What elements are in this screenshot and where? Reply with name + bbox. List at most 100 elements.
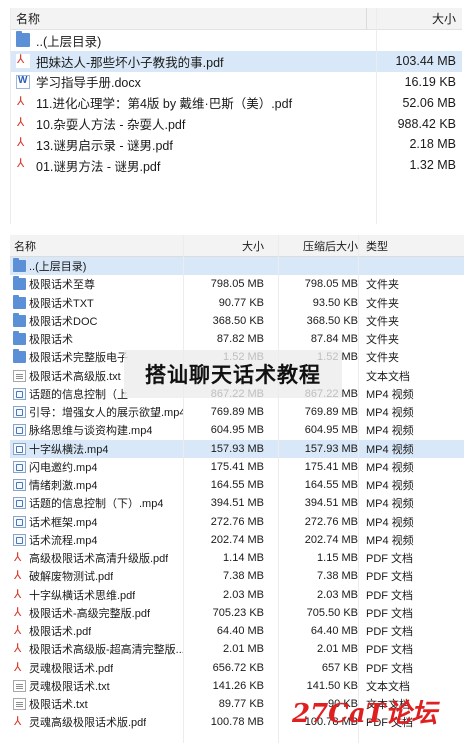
folder-icon: [16, 31, 30, 48]
file-name: 极限话术DOC: [29, 315, 98, 328]
pdf-file-icon: [13, 714, 26, 729]
file-row[interactable]: 11.进化心理学：第4版 by 戴维·巴斯（美）.pdf 52.06 MB: [10, 92, 462, 113]
folder-icon: [13, 258, 26, 273]
file-row[interactable]: 十字纵横话术思维.pdf 2.03 MB 2.03 MB PDF 文档: [10, 586, 464, 604]
file-size: 90.77 KB: [218, 296, 264, 309]
file-name: 01.谜男方法 - 谜男.pdf: [36, 159, 161, 174]
file-type: PDF 文档: [366, 607, 414, 620]
compressed-size: 7.38 MB: [317, 570, 358, 583]
video-file-icon: [13, 497, 26, 510]
file-row[interactable]: 十字纵横法.mp4 157.93 MB 157.93 MB MP4 视频: [10, 439, 464, 458]
file-type: 文件夹: [366, 279, 399, 292]
compressed-size: 394.51 MB: [304, 497, 358, 510]
file-row[interactable]: 引导：增强女人的展示欲望.mp4 769.89 MB 769.89 MB MP4 视频: [10, 403, 464, 421]
column-header-compressed-size[interactable]: 压缩后大小: [278, 238, 358, 254]
file-name: 极限话术: [29, 334, 73, 347]
file-row[interactable]: 13.谜男启示录 - 谜男.pdf 2.18 MB: [10, 134, 462, 155]
file-size: 103.44 MB: [395, 54, 456, 69]
file-size: 1.14 MB: [223, 552, 264, 565]
compressed-size: 164.55 MB: [304, 479, 358, 492]
file-row[interactable]: 极限话术DOC 368.50 KB 368.50 KB 文件夹: [10, 312, 464, 330]
file-name: 极限话术完整版电子: [29, 352, 128, 365]
compressed-size: 141.50 KB: [306, 679, 358, 692]
file-type: MP4 视频: [366, 534, 414, 547]
column-divider: [278, 235, 279, 743]
file-name: 灵魂极限话术.txt: [29, 680, 110, 693]
file-row[interactable]: 话术流程.mp4 202.74 MB 202.74 MB MP4 视频: [10, 531, 464, 549]
file-row[interactable]: 极限话术-高级完整版.pdf 705.23 KB 705.50 KB PDF 文档: [10, 604, 464, 622]
file-name: 极限话术高级版-超高清完整版....: [29, 644, 184, 657]
pdf-file-icon: [13, 623, 26, 638]
file-name-cell: 极限话术.pdf: [10, 623, 184, 639]
file-row[interactable]: 破解废物测试.pdf 7.38 MB 7.38 MB PDF 文档: [10, 567, 464, 585]
file-name-cell: 十字纵横法.mp4: [10, 441, 184, 457]
file-name-cell: 话术框架.mp4: [10, 514, 184, 530]
file-name-cell: 情绪刺激.mp4: [10, 477, 184, 493]
file-row[interactable]: ..(上层目录): [10, 30, 462, 51]
folder-icon: [13, 276, 26, 291]
file-type: MP4 视频: [366, 407, 414, 420]
file-size: 202.74 MB: [210, 533, 264, 546]
file-name-cell: 极限话术DOC: [10, 312, 184, 329]
file-row[interactable]: 学习指导手册.docx 16.19 KB: [10, 72, 462, 93]
column-header-size[interactable]: 大小: [367, 10, 462, 27]
file-name: 极限话术.pdf: [29, 626, 92, 639]
file-size: 1.32 MB: [409, 158, 456, 173]
file-row[interactable]: 话题的信息控制（下）.mp4 394.51 MB 394.51 MB MP4 视频: [10, 494, 464, 512]
file-row[interactable]: 把妹达人-那些坏小子教我的事.pdf 103.44 MB: [10, 50, 462, 72]
video-file-icon: [13, 424, 26, 437]
compressed-size: 798.05 MB: [304, 278, 358, 291]
column-header-size[interactable]: 大小: [184, 238, 266, 254]
file-row[interactable]: 极限话术高级版-超高清完整版.... 2.01 MB 2.01 MB PDF 文档: [10, 640, 464, 658]
file-type: MP4 视频: [366, 425, 414, 438]
file-name: 灵魂高级极限话术版.pdf: [29, 717, 147, 730]
video-file-icon: [13, 406, 26, 419]
pdf-file-icon: [16, 94, 30, 110]
file-row[interactable]: 高级极限话术高清升级版.pdf 1.14 MB 1.15 MB PDF 文档: [10, 549, 464, 567]
file-row[interactable]: 情绪刺激.mp4 164.55 MB 164.55 MB MP4 视频: [10, 476, 464, 494]
file-row[interactable]: 极限话术.pdf 64.40 MB 64.40 MB PDF 文档: [10, 622, 464, 640]
file-type: MP4 视频: [366, 480, 414, 493]
file-type: MP4 视频: [366, 443, 414, 456]
file-name: 11.进化心理学：第4版 by 戴维·巴斯（美）.pdf: [36, 97, 293, 112]
archive-file-list-top: 名称 大小 ..(上层目录) 把妹达人-那些坏小子教我的事.pdf 103.44 M…: [10, 7, 462, 224]
file-name: 极限话术.txt: [29, 699, 88, 712]
file-row[interactable]: 01.谜男方法 - 谜男.pdf 1.32 MB: [10, 155, 462, 176]
file-type: 文件夹: [366, 315, 399, 328]
file-row[interactable]: ..(上层目录): [10, 257, 464, 276]
file-name-cell: 极限话术: [10, 331, 184, 347]
compressed-size: 93.50 KB: [312, 296, 358, 309]
file-type: 文件夹: [366, 334, 399, 347]
file-type: 文本文档: [366, 370, 410, 383]
pdf-file-icon: [13, 660, 26, 674]
file-size: 89.77 KB: [218, 698, 264, 711]
compressed-size: 272.76 MB: [304, 515, 358, 528]
file-row[interactable]: 脉络思维与谈资构建.mp4 604.95 MB 604.95 MB MP4 视频: [10, 421, 464, 439]
file-row[interactable]: 灵魂极限话术.pdf 656.72 KB 657 KB PDF 文档: [10, 659, 464, 677]
file-row[interactable]: 极限话术TXT 90.77 KB 93.50 KB 文件夹: [10, 294, 464, 312]
file-size: 87.82 MB: [216, 333, 264, 346]
file-row[interactable]: 话术框架.mp4 272.76 MB 272.76 MB MP4 视频: [10, 513, 464, 531]
column-divider: [358, 235, 359, 743]
file-name: 情绪刺激.mp4: [29, 480, 98, 493]
file-row[interactable]: 极限话术 87.82 MB 87.84 MB 文件夹: [10, 330, 464, 348]
folder-icon: [13, 312, 26, 327]
file-name: 话题的信息控制（下）.mp4: [29, 498, 164, 511]
file-row[interactable]: 极限话术至尊 798.05 MB 798.05 MB 文件夹: [10, 275, 464, 293]
compressed-size: 202.74 MB: [304, 533, 358, 546]
compressed-size: 2.03 MB: [317, 588, 358, 601]
column-header-name[interactable]: 名称: [10, 238, 184, 254]
video-file-icon: [13, 515, 26, 528]
file-rows: ..(上层目录) 极限话术至尊 798.05 MB 798.05 MB 文件夹 极限话术T…: [10, 257, 464, 732]
file-name-cell: 极限话术至尊: [10, 276, 184, 292]
file-row[interactable]: 闪电邀约.mp4 175.41 MB 175.41 MB MP4 视频: [10, 458, 464, 476]
file-name-cell: 极限话术.txt: [10, 696, 184, 712]
file-name: 十字纵横话术思维.pdf: [29, 589, 136, 602]
column-header-name[interactable]: 名称: [10, 10, 366, 27]
file-name-cell: 高级极限话术高清升级版.pdf: [10, 550, 184, 566]
file-row[interactable]: 10.杂耍人方法 - 杂耍人.pdf 988.42 KB: [10, 113, 462, 134]
compressed-size: 175.41 MB: [304, 460, 358, 473]
column-header-type[interactable]: 类型: [358, 238, 464, 254]
file-name: 学习指导手册.docx: [36, 76, 141, 91]
file-size: 7.38 MB: [223, 570, 264, 583]
